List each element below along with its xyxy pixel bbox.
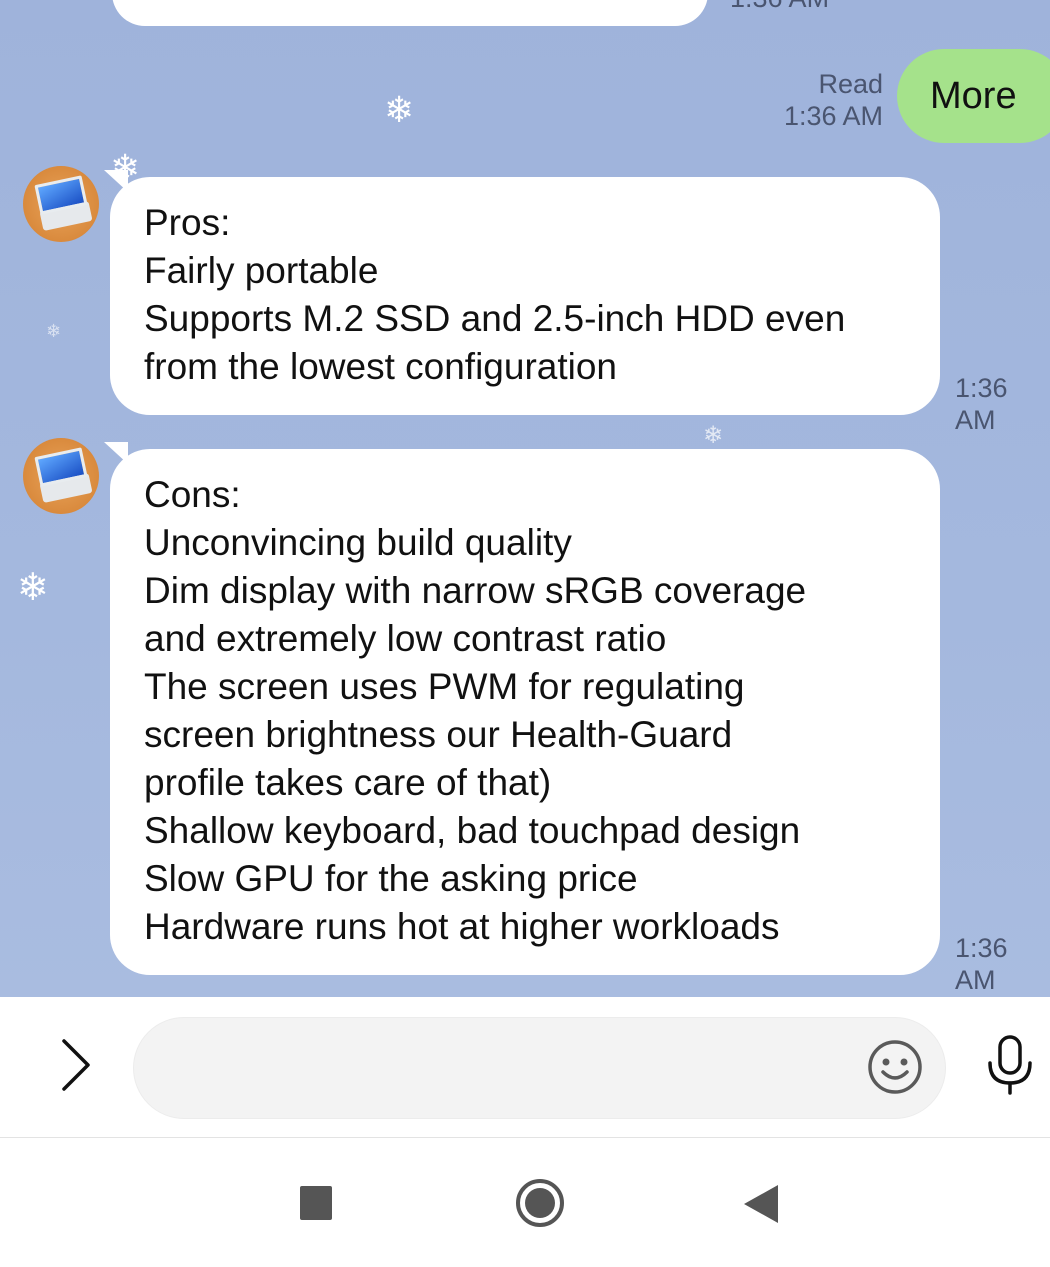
received-message-bubble[interactable]: Cons: Unconvincing build quality Dim dis…: [110, 449, 940, 975]
microphone-icon[interactable]: [982, 1033, 1038, 1097]
home-circle-icon[interactable]: [515, 1178, 565, 1228]
chat-area[interactable]: ❄ ❄ ❄ ❄ ❄ 1:36 AM Read 1:36 AM More Pros…: [0, 0, 1050, 997]
back-triangle-icon[interactable]: [744, 1185, 778, 1223]
read-label: Read: [818, 69, 883, 99]
message-line: Pros:: [144, 202, 231, 243]
message-composer: [0, 997, 1050, 1138]
message-input[interactable]: [133, 1017, 946, 1119]
avatar[interactable]: [23, 166, 99, 242]
message-line: screen brightness our Health-Guard: [144, 714, 733, 755]
recents-square-icon[interactable]: [300, 1186, 332, 1220]
read-receipt: Read 1:36 AM: [784, 68, 883, 132]
snowflake-icon: ❄: [17, 567, 49, 609]
received-message-bubble[interactable]: Pros: Fairly portable Supports M.2 SSD a…: [110, 177, 940, 415]
message-line: Cons:: [144, 474, 241, 515]
received-message-time: 1:36 AM: [955, 373, 1008, 435]
message-line: The screen uses PWM for regulating: [144, 666, 745, 707]
sent-message-bubble[interactable]: More: [897, 49, 1050, 143]
message-line: Hardware runs hot at higher workloads: [144, 906, 780, 947]
previous-message-bubble[interactable]: [112, 0, 708, 26]
message-line: Unconvincing build quality: [144, 522, 572, 563]
message-line: and extremely low contrast ratio: [144, 618, 667, 659]
message-line: Supports M.2 SSD and 2.5-inch HDD even: [144, 298, 846, 339]
sent-message-time: 1:36 AM: [783, 101, 883, 131]
avatar[interactable]: [23, 438, 99, 514]
previous-message-time: 1:36 AM: [730, 0, 829, 14]
chevron-right-icon[interactable]: [52, 1035, 98, 1095]
message-line: from the lowest configuration: [144, 346, 618, 387]
snowflake-icon: ❄: [46, 321, 62, 341]
snowflake-icon: ❄: [384, 89, 415, 130]
sent-message-text: More: [930, 75, 1017, 117]
message-line: Shallow keyboard, bad touchpad design: [144, 810, 801, 851]
smiley-icon[interactable]: [866, 1038, 924, 1096]
received-message-time: 1:36 AM: [955, 933, 1008, 995]
message-line: Fairly portable: [144, 250, 379, 291]
message-line: Dim display with narrow sRGB coverage: [144, 570, 807, 611]
snowflake-icon: ❄: [703, 422, 724, 449]
system-navigation-bar: [0, 1138, 1050, 1267]
message-line: Slow GPU for the asking price: [144, 858, 638, 899]
message-line: profile takes care of that): [144, 762, 552, 803]
